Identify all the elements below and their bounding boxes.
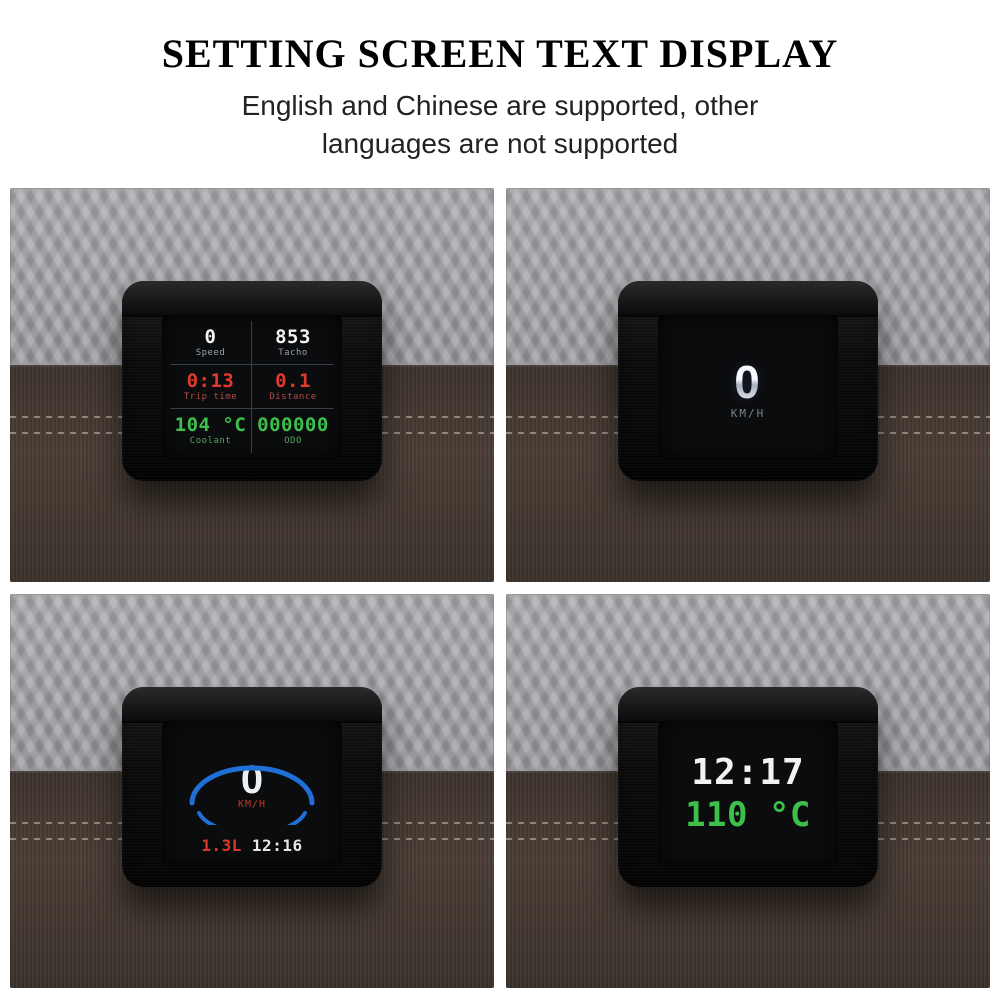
time-temp-readout: 12:17 110 °C (685, 727, 811, 859)
hud-device: 0 Speed 853 Tacho 0:13 Trip time 0.1 Dis… (122, 281, 382, 481)
stat-triptime-value: 0:13 (187, 372, 235, 391)
device-screen: 0 Speed 853 Tacho 0:13 Trip time 0.1 Dis… (162, 315, 342, 459)
speed-value: 0 (734, 355, 762, 409)
speed-unit: KM/H (731, 407, 766, 420)
page-title: SETTING SCREEN TEXT DISPLAY (20, 30, 980, 77)
speed-readout: 0 KM/H (731, 321, 766, 453)
display-mode-speed-ring: 0 KM/H 1.3L 12:16 (10, 594, 494, 988)
stat-odo-label: ODO (284, 436, 302, 446)
display-mode-time-temp: 12:17 110 °C (506, 594, 990, 988)
stat-tacho: 853 Tacho (252, 321, 334, 365)
stat-triptime: 0:13 Trip time (170, 365, 252, 409)
display-mode-speed-only: 0 KM/H (506, 188, 990, 582)
subtitle-line-2: languages are not supported (322, 128, 679, 159)
stat-distance: 0.1 Distance (252, 365, 334, 409)
stat-speed: 0 Speed (170, 321, 252, 365)
device-screen: 0 KM/H (658, 315, 838, 459)
subtitle-line-1: English and Chinese are supported, other (242, 90, 759, 121)
device-hood (122, 687, 382, 723)
device-hood (618, 687, 878, 723)
device-hood (122, 281, 382, 317)
fuel-value: 1.3L (201, 836, 242, 855)
stat-odo-value: 000000 (257, 416, 329, 435)
device-screen: 0 KM/H 1.3L 12:16 (162, 721, 342, 865)
speed-ring: 0 KM/H 1.3L 12:16 (170, 727, 334, 859)
device-screen: 12:17 110 °C (658, 721, 838, 865)
stat-triptime-label: Trip time (184, 392, 237, 402)
stat-distance-label: Distance (269, 392, 316, 402)
hud-device: 0 KM/H 1.3L 12:16 (122, 687, 382, 887)
stat-coolant-value: 104 °C (175, 416, 247, 435)
display-mode-multistat: 0 Speed 853 Tacho 0:13 Trip time 0.1 Dis… (10, 188, 494, 582)
stat-coolant-label: Coolant (190, 436, 231, 446)
stat-tacho-label: Tacho (278, 348, 308, 358)
stat-tacho-value: 853 (275, 328, 311, 347)
display-mode-grid: 0 Speed 853 Tacho 0:13 Trip time 0.1 Dis… (0, 188, 1000, 998)
stat-grid: 0 Speed 853 Tacho 0:13 Trip time 0.1 Dis… (170, 321, 334, 453)
header: SETTING SCREEN TEXT DISPLAY English and … (0, 0, 1000, 188)
temperature-value: 110 °C (685, 795, 811, 835)
ring-footer: 1.3L 12:16 (170, 836, 334, 855)
clock-value: 12:16 (252, 836, 303, 855)
hud-device: 0 KM/H (618, 281, 878, 481)
clock-value: 12:17 (691, 752, 804, 793)
page-subtitle: English and Chinese are supported, other… (20, 87, 980, 163)
ring-arcs-icon (177, 733, 327, 825)
stat-speed-value: 0 (205, 328, 217, 347)
stat-speed-label: Speed (196, 348, 226, 358)
device-hood (618, 281, 878, 317)
stat-distance-value: 0.1 (275, 372, 311, 391)
hud-device: 12:17 110 °C (618, 687, 878, 887)
stat-odo: 000000 ODO (252, 409, 334, 453)
stat-coolant: 104 °C Coolant (170, 409, 252, 453)
